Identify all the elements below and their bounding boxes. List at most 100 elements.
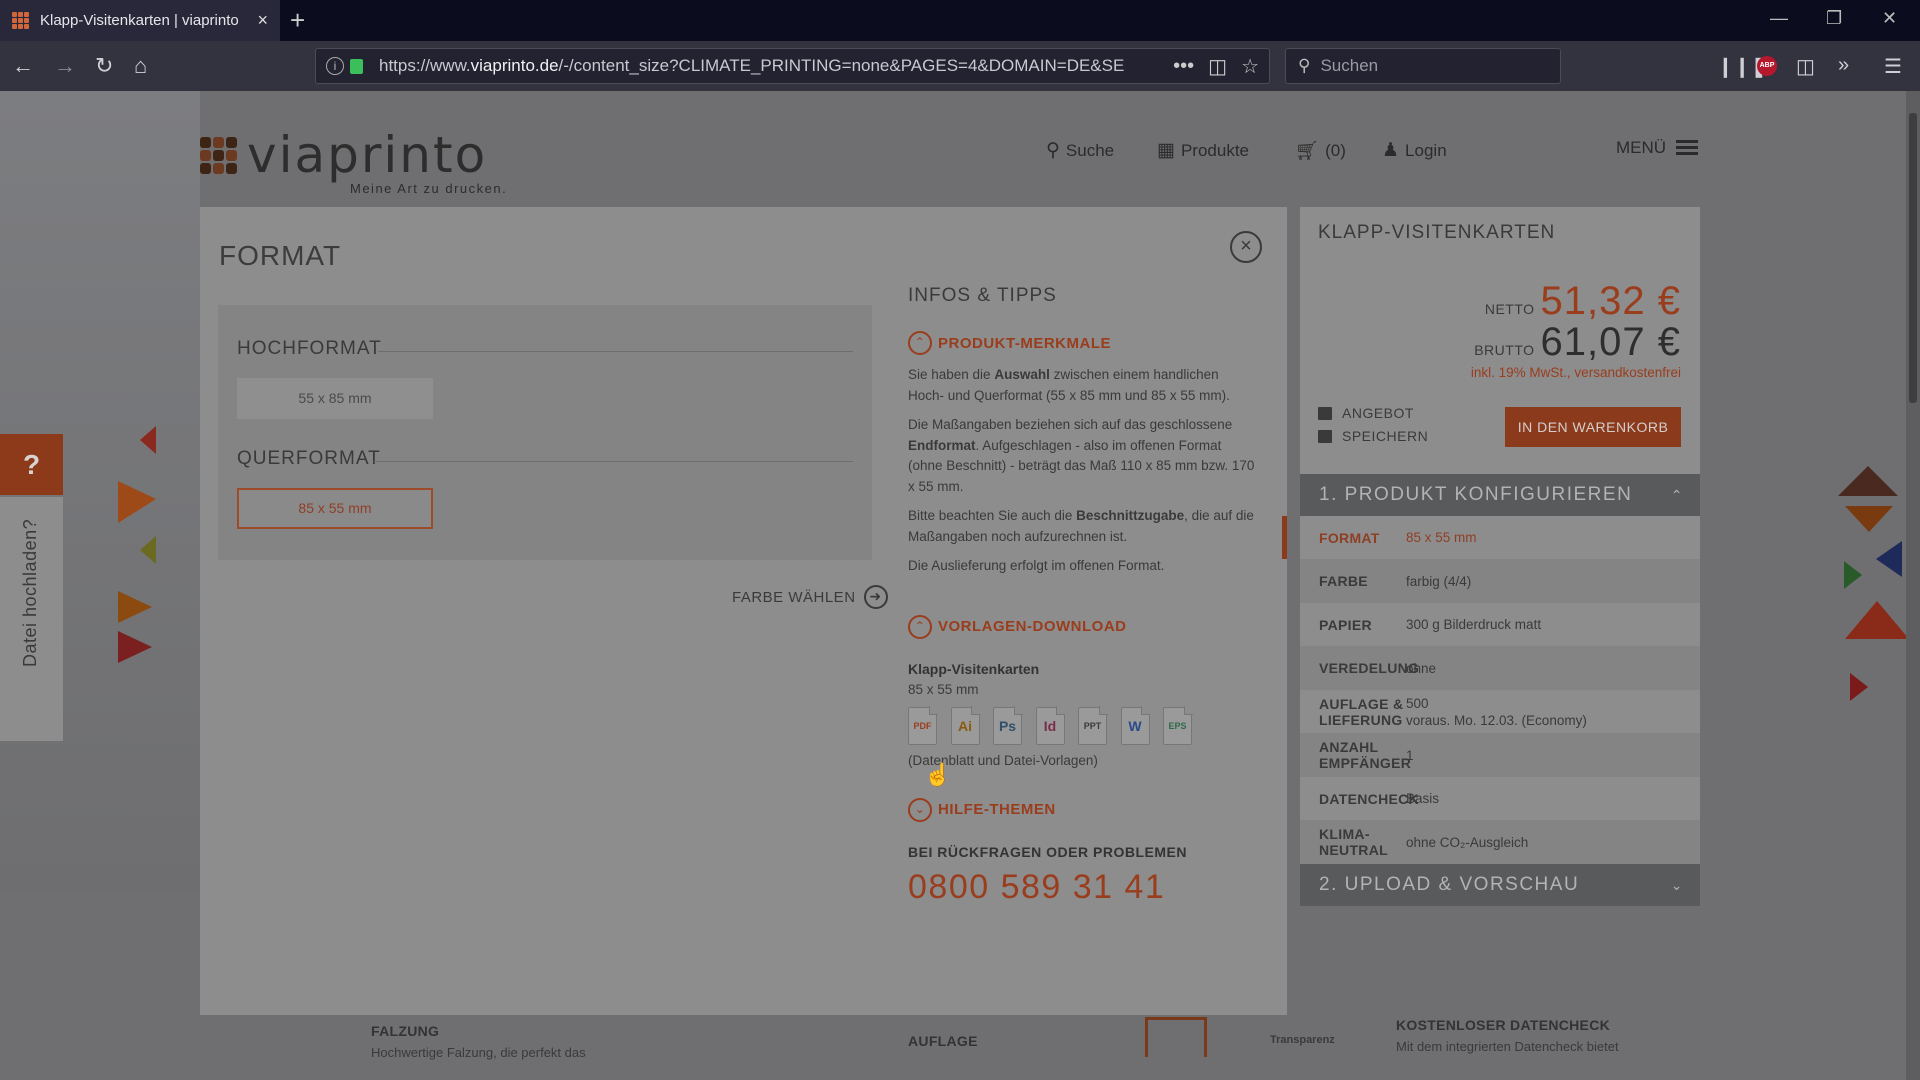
next-step-farbe[interactable]: FARBE WÄHLEN ➜ [732,585,888,609]
cart-icon: 🛒︎ [1295,141,1320,162]
hamburger-menu-icon[interactable]: ☰ [1884,54,1902,79]
pocket-icon[interactable]: ◫ [1208,54,1227,79]
config-row-format[interactable]: FORMAT 85 x 55 mm [1282,516,1700,559]
decor-triangle [1838,466,1898,496]
nav-login[interactable]: ♟ Login [1382,139,1447,162]
upload-tab[interactable]: Datei hochladen? [0,497,63,741]
restore-button[interactable]: ❐ [1826,8,1842,29]
config-row-empfaenger[interactable]: ANZAHL EMPFÄNGER 1 [1300,733,1700,777]
upload-tab-label: Datei hochladen? [20,518,40,667]
config-row-farbe[interactable]: FARBE farbig (4/4) [1300,559,1700,603]
scrollbar-thumb[interactable] [1909,113,1917,403]
decor-triangle [140,426,156,454]
back-icon[interactable]: ← [12,53,34,79]
format-options: HOCHFORMAT 55 x 85 mm QUERFORMAT 85 x 55… [218,305,872,560]
config-row-papier[interactable]: PAPIER 300 g Bilderdruck matt [1300,603,1700,646]
selected-indicator [1282,516,1287,559]
save-icon [1318,429,1332,443]
netto-price: NETTO 51,32 € [1484,279,1681,323]
indesign-file-icon[interactable]: Id [1035,706,1065,745]
address-bar[interactable]: i https://www.viaprinto.de/-/content_siz… [315,48,1270,84]
help-button[interactable]: ? [0,434,63,495]
printer-icon [1318,406,1332,420]
step1-header[interactable]: 1. PRODUKT KONFIGURIEREN ⌃ [1300,474,1700,516]
home-icon[interactable]: ⌂ [134,53,147,79]
pdf-file-icon[interactable]: PDF [908,706,938,745]
contact-phone[interactable]: 0800 589 31 41 [908,868,1258,907]
feature-datencheck-text: Mit dem integrierten Datencheck bietet [1396,1039,1619,1054]
forward-icon[interactable]: → [54,53,76,79]
config-row-datencheck[interactable]: DATENCHECK Basis [1300,777,1700,820]
word-file-icon[interactable]: W [1120,706,1150,745]
nav-cart[interactable]: 🛒︎ (0) [1295,139,1346,163]
adblock-icon[interactable]: ABP [1757,56,1777,76]
browser-tab-bar: Klapp-Visitenkarten | viaprinto × + — ❐ … [0,0,1920,41]
eps-file-icon[interactable]: EPS [1163,706,1193,745]
config-row-veredelung[interactable]: VEREDELUNG ohne [1300,646,1700,690]
page-scrollbar[interactable] [1906,91,1920,1080]
modal-close-button[interactable]: × [1230,231,1262,263]
info-icon[interactable]: i [326,57,344,75]
accordion-produkt-merkmale[interactable]: ⌃ PRODUKT-MERKMALE [908,331,1258,355]
order-sidebar: KLAPP-VISITENKARTEN NETTO 51,32 € BRUTTO… [1282,207,1700,907]
offer-link[interactable]: ANGEBOT [1318,405,1414,421]
chevron-up-icon: ⌃ [908,614,932,639]
page-actions-icon[interactable]: ••• [1173,55,1194,78]
powerpoint-file-icon[interactable]: PPT [1078,706,1108,745]
decor-triangle [118,631,152,663]
overflow-icon[interactable]: » [1838,54,1849,77]
decor-triangle [1876,541,1902,577]
window-close-button[interactable]: ✕ [1882,8,1897,29]
illustrator-file-icon[interactable]: Ai [950,706,980,745]
download-product-name: Klapp-Visitenkarten [908,660,1040,677]
feature-strip: FALZUNG Hochwertige Falzung, die perfekt… [200,1017,1700,1080]
feature-auflage-title: AUFLAGE [908,1033,978,1049]
tab-title: Klapp-Visitenkarten | viaprinto [40,12,239,29]
chevron-up-icon: ⌃ [1670,487,1684,503]
mouse-pointer-icon: ☝ [924,762,952,787]
hamburger-icon [1676,137,1699,158]
sidebar-icon[interactable]: ◫ [1796,54,1815,79]
accordion-vorlagen-download[interactable]: ⌃ VORLAGEN-DOWNLOAD [908,614,1258,639]
format-option-hochformat[interactable]: 55 x 85 mm [237,378,433,419]
decor-triangle [1844,561,1862,589]
new-tab-button[interactable]: + [290,5,305,35]
file-download-icons: PDF Ai Ps Id PPT W EPS [908,706,1258,745]
feature-falzung-title: FALZUNG [371,1023,440,1039]
config-row-klimaneutral[interactable]: KLIMA-NEUTRAL ohne CO₂-Ausgleich [1300,820,1700,864]
minimize-button[interactable]: — [1770,8,1788,29]
web-page: viaprinto Meine Art zu drucken. ⚲ Suche … [0,91,1906,1080]
save-link[interactable]: SPEICHERN [1318,428,1428,444]
contact-heading: BEI RÜCKFRAGEN ODER PROBLEMEN [908,843,1187,860]
step2-header[interactable]: 2. UPLOAD & VORSCHAU ⌄ [1300,864,1700,906]
logo-text: viaprinto [247,126,488,184]
decor-triangle [118,591,152,623]
url-text[interactable]: https://www.viaprinto.de/-/content_size?… [379,56,1159,76]
favicon-icon [12,11,30,30]
add-to-cart-button[interactable]: IN DEN WARENKORB [1505,407,1681,447]
accordion-hilfe-themen[interactable]: ⌄ HILFE-THEMEN [908,797,1258,822]
config-row-auflage[interactable]: AUFLAGE & LIEFERUNG 500 voraus. Mo. 12.03… [1300,690,1700,733]
divider [378,351,853,352]
arrow-right-icon: ➜ [863,585,888,609]
lock-icon[interactable] [350,58,363,74]
user-icon: ♟ [1382,140,1400,161]
search-icon: ⚲ [1298,56,1311,75]
nav-search[interactable]: ⚲ Suche [1046,139,1114,162]
site-logo[interactable]: viaprinto Meine Art zu drucken. [200,126,506,196]
browser-search-input[interactable]: ⚲ Suchen [1285,48,1561,84]
info-paragraph: Die Maßangaben beziehen sich auf das ges… [908,417,1255,494]
browser-tab[interactable]: Klapp-Visitenkarten | viaprinto × [0,0,280,41]
format-option-querformat[interactable]: 85 x 55 mm [237,488,433,529]
reload-icon[interactable]: ↻ [95,53,113,79]
download-product-size: 85 x 55 mm [908,681,979,697]
chevron-down-icon: ⌄ [1670,877,1684,893]
info-panel: INFOS & TIPPS ⌃ PRODUKT-MERKMALE Sie hab… [908,285,1258,907]
tab-close-icon[interactable]: × [257,10,268,31]
menu-button[interactable]: MENÜ [1616,137,1699,158]
photoshop-file-icon[interactable]: Ps [993,706,1023,745]
nav-products[interactable]: ▦ Produkte [1157,139,1249,162]
product-name: KLAPP-VISITENKARTEN [1318,222,1556,243]
info-paragraph: Bitte beachten Sie auch die Beschnittzug… [908,508,1254,544]
bookmark-star-icon[interactable]: ☆ [1241,54,1259,79]
